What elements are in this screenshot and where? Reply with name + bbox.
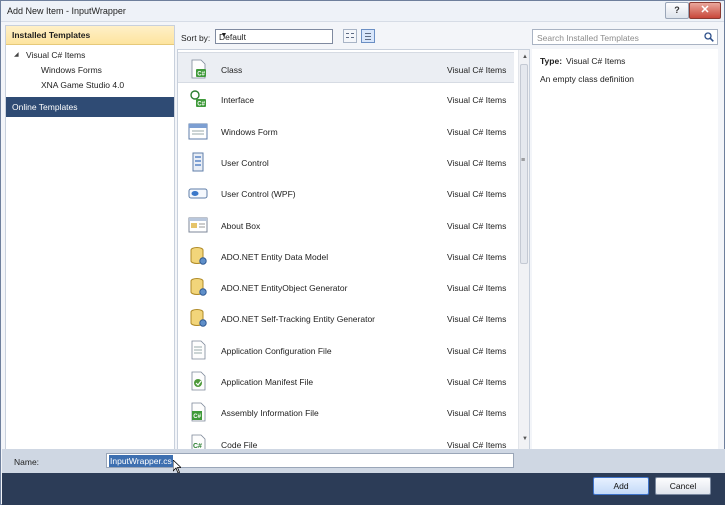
template-category: Visual C# Items [447, 157, 507, 168]
mouse-cursor-icon [173, 460, 181, 474]
config-file-icon [191, 340, 206, 360]
tree-item-xna-game-studio[interactable]: XNA Game Studio 4.0 [41, 80, 124, 90]
sort-by-label: Sort by: [181, 33, 211, 43]
scroll-grip-icon: ≡ [521, 157, 526, 164]
template-name: ADO.NET EntityObject Generator [221, 283, 348, 294]
wpf-control-icon [188, 188, 208, 199]
online-templates-header[interactable]: Online Templates [6, 97, 174, 117]
template-category: Visual C# Items [447, 314, 507, 325]
template-row[interactable]: ADO.NET Entity Data Model Visual C# Items [178, 240, 514, 271]
template-row[interactable]: C# Class Visual C# Items [178, 52, 514, 83]
template-description: An empty class definition [540, 74, 635, 84]
template-category-tree: Installed Templates ◢ Visual C# Items Wi… [5, 25, 175, 451]
expand-collapse-icon[interactable]: ◢ [14, 51, 19, 58]
template-name: ADO.NET Entity Data Model [221, 251, 329, 262]
scroll-up-icon[interactable]: ▲ [522, 54, 528, 60]
template-category: Visual C# Items [447, 283, 507, 294]
template-name: Class [221, 65, 243, 75]
name-input-value: InputWrapper.cs [109, 455, 173, 467]
template-row[interactable]: ADO.NET EntityObject Generator Visual C# … [178, 271, 514, 302]
scroll-thumb[interactable] [520, 64, 528, 264]
template-row[interactable]: Windows Form Visual C# Items [178, 115, 514, 146]
svg-text:C#: C# [197, 102, 205, 108]
template-row[interactable]: About Box Visual C# Items [178, 209, 514, 240]
template-name: User Control (WPF) [221, 189, 296, 200]
installed-templates-label: Installed Templates [12, 30, 91, 40]
sort-by-dropdown[interactable]: Default ▼ [215, 29, 333, 44]
cancel-button[interactable]: Cancel [655, 477, 711, 495]
template-category: Visual C# Items [447, 65, 507, 75]
search-installed-templates-input[interactable]: Search Installed Templates [532, 29, 718, 45]
name-input[interactable]: InputWrapper.cs [106, 453, 514, 468]
template-list: C# Class Visual C# Items C# Interface Visual … [177, 49, 530, 451]
search-icon[interactable] [704, 32, 714, 42]
template-category: Visual C# Items [447, 220, 507, 231]
template-name: About Box [221, 220, 261, 231]
add-button[interactable]: Add [593, 477, 649, 495]
template-name: Application Configuration File [221, 345, 332, 356]
template-toolbar: Sort by: Default ▼ [177, 25, 528, 49]
scroll-down-icon[interactable]: ▼ [522, 436, 528, 442]
name-bar: Name: InputWrapper.cs [2, 449, 725, 473]
about-box-icon [188, 217, 208, 232]
list-view-button[interactable] [361, 29, 375, 43]
svg-text:C#: C# [193, 414, 201, 420]
template-details-pane: Type: Visual C# Items An empty class defi… [532, 49, 718, 449]
title-bar: Add New Item - InputWrapper ? ✕ [1, 1, 724, 22]
database-icon [190, 278, 207, 296]
database-icon [190, 246, 207, 265]
chevron-down-icon: ▼ [220, 32, 228, 39]
template-category: Visual C# Items [447, 95, 507, 106]
help-button[interactable]: ? [665, 2, 689, 19]
template-category: Visual C# Items [447, 377, 507, 387]
template-category: Visual C# Items [447, 189, 507, 200]
template-category: Visual C# Items [447, 251, 507, 262]
user-control-icon [192, 152, 204, 172]
interface-icon: C# [190, 90, 206, 108]
small-icons-view-button[interactable] [343, 29, 357, 43]
type-label: Type: [540, 56, 563, 66]
template-name: Interface [221, 95, 255, 106]
template-category: Visual C# Items [447, 408, 507, 419]
template-row[interactable]: C# Code File Visual C# Items [178, 428, 514, 450]
template-row[interactable]: C# Assembly Information File Visual C# Ite… [178, 396, 514, 427]
template-row[interactable]: ADO.NET Self-Tracking Entity Generator Vi… [178, 302, 514, 333]
add-new-item-dialog: Add New Item - InputWrapper ? ✕ Installe… [0, 0, 725, 505]
installed-templates-header[interactable]: Installed Templates [6, 26, 174, 45]
template-name: ADO.NET Self-Tracking Entity Generator [221, 314, 375, 325]
template-name: Application Manifest File [221, 377, 314, 387]
tree-item-visual-csharp-items[interactable]: Visual C# Items [26, 50, 85, 60]
template-name: User Control [221, 157, 269, 168]
template-type: Type: Visual C# Items [540, 56, 625, 66]
online-templates-label: Online Templates [12, 102, 78, 112]
window-title: Add New Item - InputWrapper [7, 6, 126, 16]
template-row[interactable]: User Control Visual C# Items [178, 146, 514, 177]
manifest-file-icon [191, 371, 206, 391]
template-row[interactable]: User Control (WPF) Visual C# Items [178, 177, 514, 208]
template-list-scrollbar[interactable]: ▲ ≡ ▼ [518, 50, 529, 450]
template-row[interactable]: Application Configuration File Visual C# … [178, 334, 514, 365]
template-category: Visual C# Items [447, 126, 507, 137]
database-icon [190, 309, 207, 328]
close-button[interactable]: ✕ [689, 2, 721, 19]
class-icon: C# [191, 59, 206, 79]
tree-item-windows-forms[interactable]: Windows Forms [41, 65, 102, 75]
dialog-footer: Add Cancel [2, 473, 725, 505]
windows-form-icon [188, 123, 208, 140]
name-label: Name: [14, 457, 40, 467]
type-value: Visual C# Items [566, 56, 626, 66]
template-name: Windows Form [221, 126, 278, 137]
template-category: Visual C# Items [447, 345, 507, 356]
svg-text:C#: C# [197, 72, 205, 78]
template-name: Assembly Information File [221, 408, 319, 419]
template-row[interactable]: Application Manifest File Visual C# Items [178, 365, 514, 396]
assembly-info-icon: C# [191, 402, 206, 422]
search-placeholder: Search Installed Templates [537, 33, 639, 43]
template-row[interactable]: C# Interface Visual C# Items [178, 83, 514, 114]
